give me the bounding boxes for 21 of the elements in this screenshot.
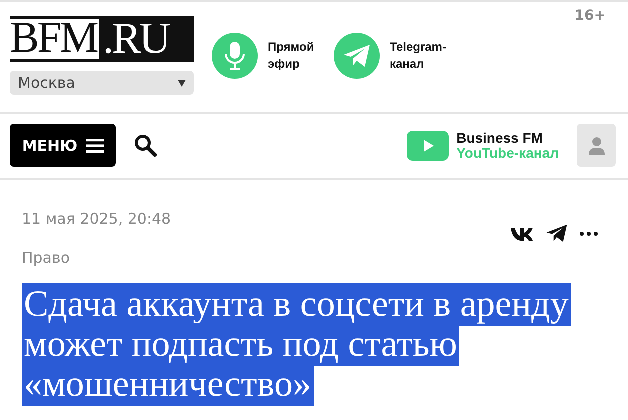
header-link[interactable]: Прямой эфир [212,33,324,79]
youtube-title: Business FM [456,130,544,146]
publish-date: 11 мая 2025, 20:48 [22,210,172,228]
youtube-subtitle: YouTube-канал [456,146,559,160]
paper-plane-icon [343,44,371,68]
menu-icon [86,138,104,152]
youtube-link[interactable]: Business FM YouTube-канал [406,130,559,160]
age-rating: 16+ [574,8,606,24]
article-headline: Сдача аккаунта в соцсети в аренду может подпасть под статью «мошенничество» [22,285,572,405]
header-link[interactable]: Telegram-канал [334,33,446,79]
microphone-icon [224,41,246,71]
play-icon [406,130,449,160]
caret-icon [178,80,186,86]
menu-button[interactable]: МЕНЮ [10,124,116,167]
paper-plane-icon[interactable] [546,224,568,243]
category-link[interactable]: Право [22,249,70,267]
user-icon [588,136,604,154]
search-icon[interactable] [134,134,158,158]
more-icon[interactable] [580,232,598,236]
city-dropdown[interactable]: Москва [10,71,194,95]
vk-icon[interactable] [510,226,534,240]
